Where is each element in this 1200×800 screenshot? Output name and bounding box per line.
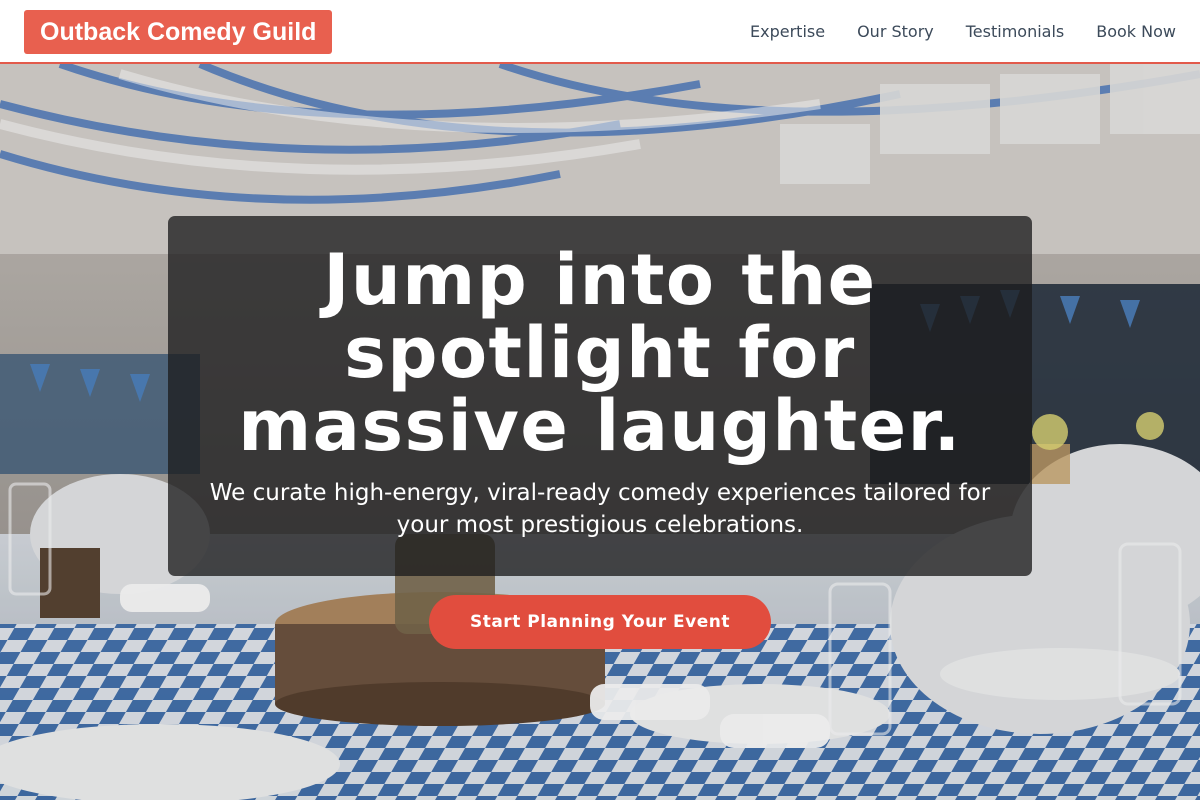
hero-title: Jump into the spotlight for massive laug… (238, 239, 962, 467)
nav-link-book-now[interactable]: Book Now (1096, 22, 1176, 41)
nav-link-our-story[interactable]: Our Story (857, 22, 934, 41)
start-planning-button[interactable]: Start Planning Your Event (429, 595, 771, 649)
nav-link-expertise[interactable]: Expertise (750, 22, 825, 41)
main-nav: Expertise Our Story Testimonials Book No… (750, 0, 1176, 62)
hero-subtitle: We curate high-energy, viral-ready comed… (209, 480, 991, 538)
site-header: Outback Comedy Guild Expertise Our Story… (0, 0, 1200, 64)
hero-text-panel: Jump into the spotlight for massive laug… (168, 216, 1032, 576)
nav-link-testimonials[interactable]: Testimonials (966, 22, 1065, 41)
site-logo[interactable]: Outback Comedy Guild (24, 10, 333, 54)
hero-section: Jump into the spotlight for massive laug… (0, 64, 1200, 800)
